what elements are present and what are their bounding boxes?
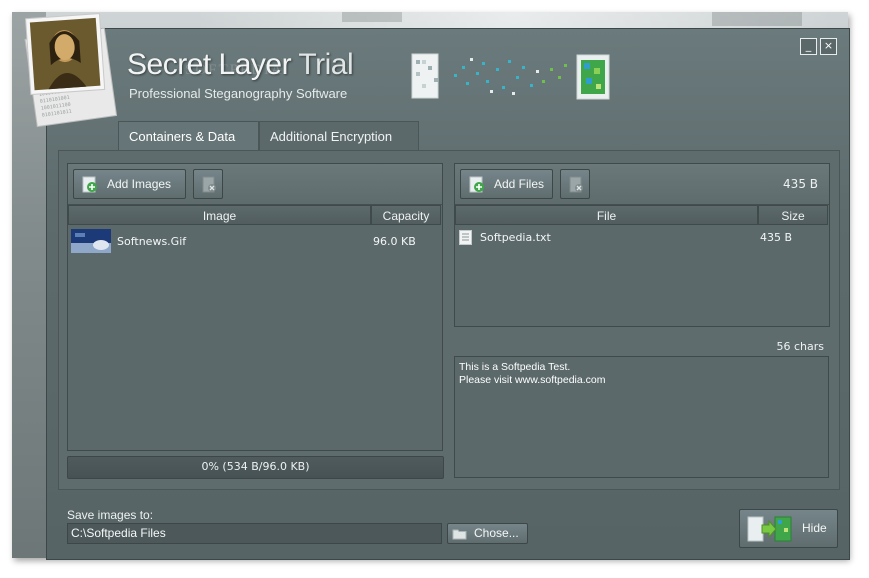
file-name: Softpedia.txt bbox=[480, 231, 551, 244]
app-title-trial: Trial bbox=[298, 48, 354, 81]
remove-file-icon bbox=[569, 176, 583, 193]
add-images-button[interactable]: Add Images bbox=[73, 169, 186, 199]
message-char-count: 56 chars bbox=[776, 340, 824, 353]
add-file-icon bbox=[469, 176, 484, 193]
column-header-image[interactable]: Image bbox=[68, 205, 371, 225]
watermark-text: SOFTPEDIA bbox=[185, 62, 284, 78]
choose-folder-label: Chose... bbox=[474, 526, 519, 540]
capacity-progress-bar: 0% (534 B/96.0 KB) bbox=[67, 456, 444, 479]
minimize-button[interactable]: _ bbox=[800, 38, 817, 55]
column-header-capacity[interactable]: Capacity bbox=[371, 205, 441, 225]
document-scramble-icon bbox=[411, 53, 439, 99]
hide-label: Hide bbox=[802, 521, 827, 535]
add-images-label: Add Images bbox=[107, 177, 172, 191]
files-total-size: 435 B bbox=[783, 177, 818, 191]
hide-button[interactable]: Hide bbox=[739, 509, 838, 548]
column-header-file[interactable]: File bbox=[455, 205, 758, 225]
table-row[interactable]: Softpedia.txt 435 B bbox=[455, 227, 827, 249]
save-path-input[interactable]: C:\Softpedia Files bbox=[67, 523, 442, 544]
close-button[interactable]: × bbox=[820, 38, 837, 55]
add-files-label: Add Files bbox=[494, 177, 545, 191]
remove-file-button[interactable] bbox=[560, 169, 590, 199]
hide-data-icon bbox=[747, 516, 792, 542]
image-capacity: 96.0 KB bbox=[373, 235, 416, 248]
save-images-label: Save images to: bbox=[67, 508, 154, 522]
image-thumbnail bbox=[71, 229, 111, 253]
tab-containers-data[interactable]: Containers & Data bbox=[118, 121, 259, 151]
table-row[interactable]: Softnews.Gif 96.0 KB bbox=[68, 227, 440, 255]
tab-additional-encryption[interactable]: Additional Encryption bbox=[259, 121, 419, 151]
images-toolbar: Add Images bbox=[68, 164, 442, 205]
file-size: 435 B bbox=[760, 231, 793, 244]
remove-image-icon bbox=[202, 176, 216, 193]
text-file-icon bbox=[459, 230, 472, 245]
remove-image-button[interactable] bbox=[193, 169, 223, 199]
mona-lisa-logo-icon: 10100110100110101001 1001011100010110101… bbox=[24, 13, 118, 128]
add-image-icon bbox=[82, 176, 97, 193]
folder-icon bbox=[452, 529, 467, 540]
image-name: Softnews.Gif bbox=[117, 235, 187, 248]
app-subtitle: Professional Steganography Software bbox=[129, 86, 348, 101]
image-document-icon bbox=[576, 54, 610, 100]
message-textarea[interactable]: This is a Softpedia Test. Please visit w… bbox=[454, 356, 829, 478]
background-tree bbox=[342, 12, 402, 22]
add-files-button[interactable]: Add Files bbox=[460, 169, 553, 199]
data-dots-icon bbox=[454, 58, 567, 95]
background-tree bbox=[712, 12, 802, 26]
column-header-size[interactable]: Size bbox=[758, 205, 828, 225]
choose-folder-button[interactable]: Chose... bbox=[447, 523, 528, 544]
